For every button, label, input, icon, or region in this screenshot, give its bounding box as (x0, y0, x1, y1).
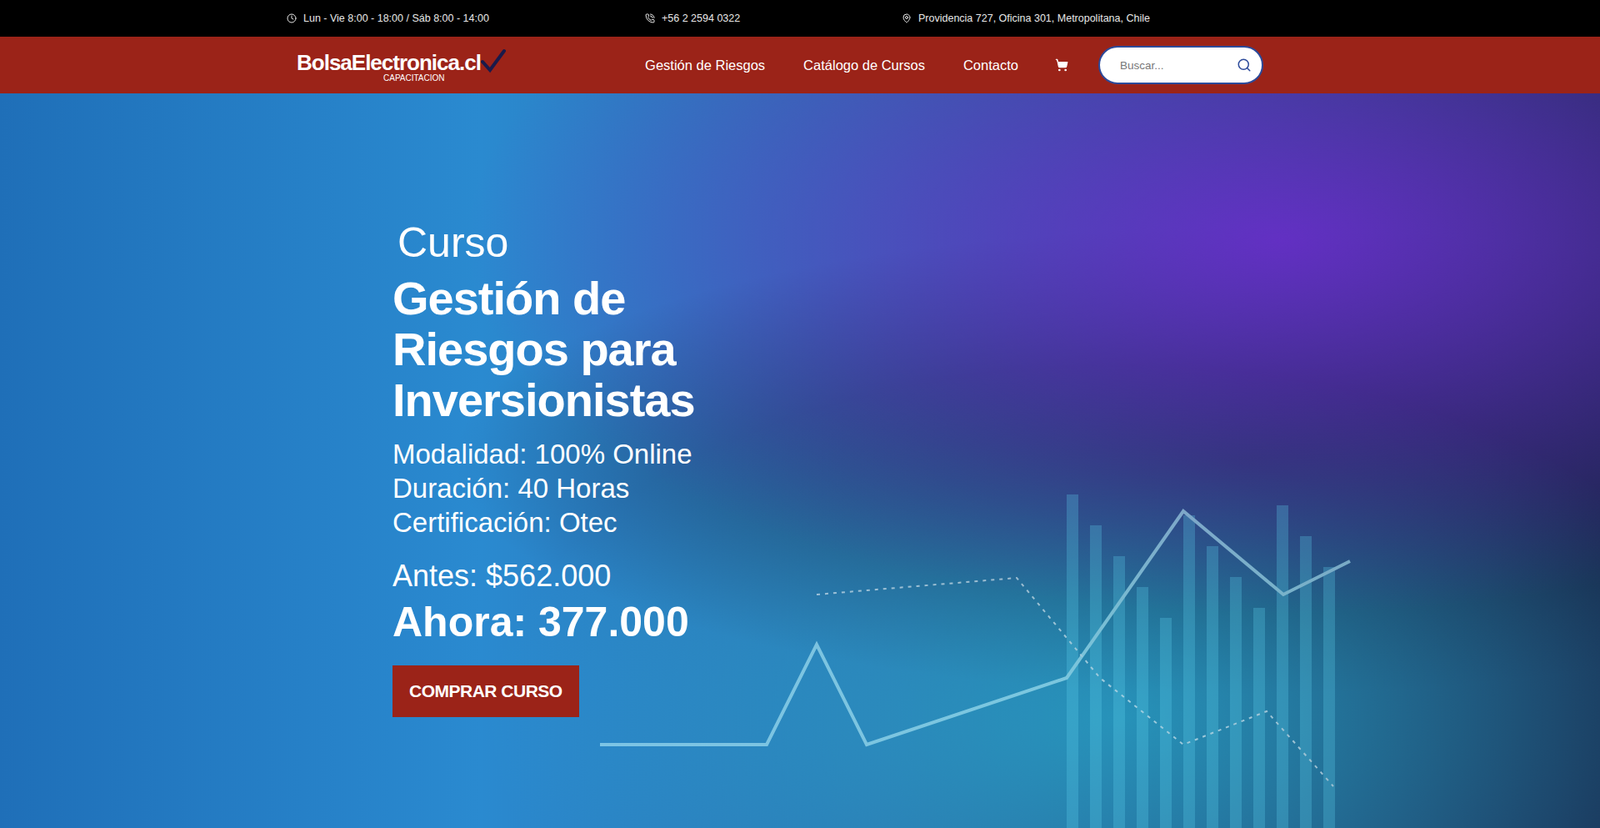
nav-link[interactable]: Gestión de Riesgos (645, 57, 765, 74)
info-icon (286, 13, 297, 24)
chart-decoration-icon (600, 244, 1600, 828)
top-bar-item: +56 2 2594 0322 (645, 12, 902, 25)
check-icon (480, 48, 506, 74)
search-box (1098, 45, 1264, 85)
hero-title: Riesgos para (392, 323, 676, 375)
cart-button[interactable] (1055, 58, 1069, 72)
info-icon (901, 13, 912, 24)
hero-banner: Curso Gestión deRiesgos paraInversionista… (0, 93, 1600, 828)
old-price: Antes: $562.000 (392, 557, 611, 594)
main-nav: Gestión de Riesgos Catálogo de Cursos Cont… (645, 57, 1019, 74)
nav-link[interactable]: Contacto (963, 57, 1019, 74)
page: Lun - Vie 8:00 - 18:00 / Sáb 8:00 - 14:0… (0, 0, 1600, 828)
nav-link[interactable]: Catálogo de Cursos (803, 57, 925, 74)
new-price: Ahora: 377.000 (392, 596, 690, 647)
logo[interactable]: BolsaElectronica.clCAPACITACION (296, 48, 506, 83)
info-icon (645, 13, 655, 24)
hero-eyebrow: Curso (397, 220, 509, 266)
search-icon[interactable] (1236, 57, 1252, 73)
course-detail: Certificación: Otec (392, 505, 693, 540)
hero-title: Inversionistas (392, 374, 695, 425)
search-input[interactable] (1118, 58, 1232, 73)
top-bar-item: Lun - Vie 8:00 - 18:00 / Sáb 8:00 - 14:0… (286, 12, 645, 25)
course-detail: Duración: 40 Horas (392, 470, 693, 505)
hero-title: Gestión de (392, 272, 625, 324)
top-bar: Lun - Vie 8:00 - 18:00 / Sáb 8:00 - 14:0… (0, 0, 1600, 37)
nav-bar: BolsaElectronica.clCAPACITACION Gestión d… (0, 36, 1600, 94)
course-detail: Modalidad: 100% Online (392, 436, 693, 471)
top-bar-item: Providencia 727, Oficina 301, Metropolit… (901, 12, 1254, 25)
cart-icon (1055, 58, 1069, 72)
buy-button[interactable]: COMPRAR CURSO (392, 665, 580, 717)
